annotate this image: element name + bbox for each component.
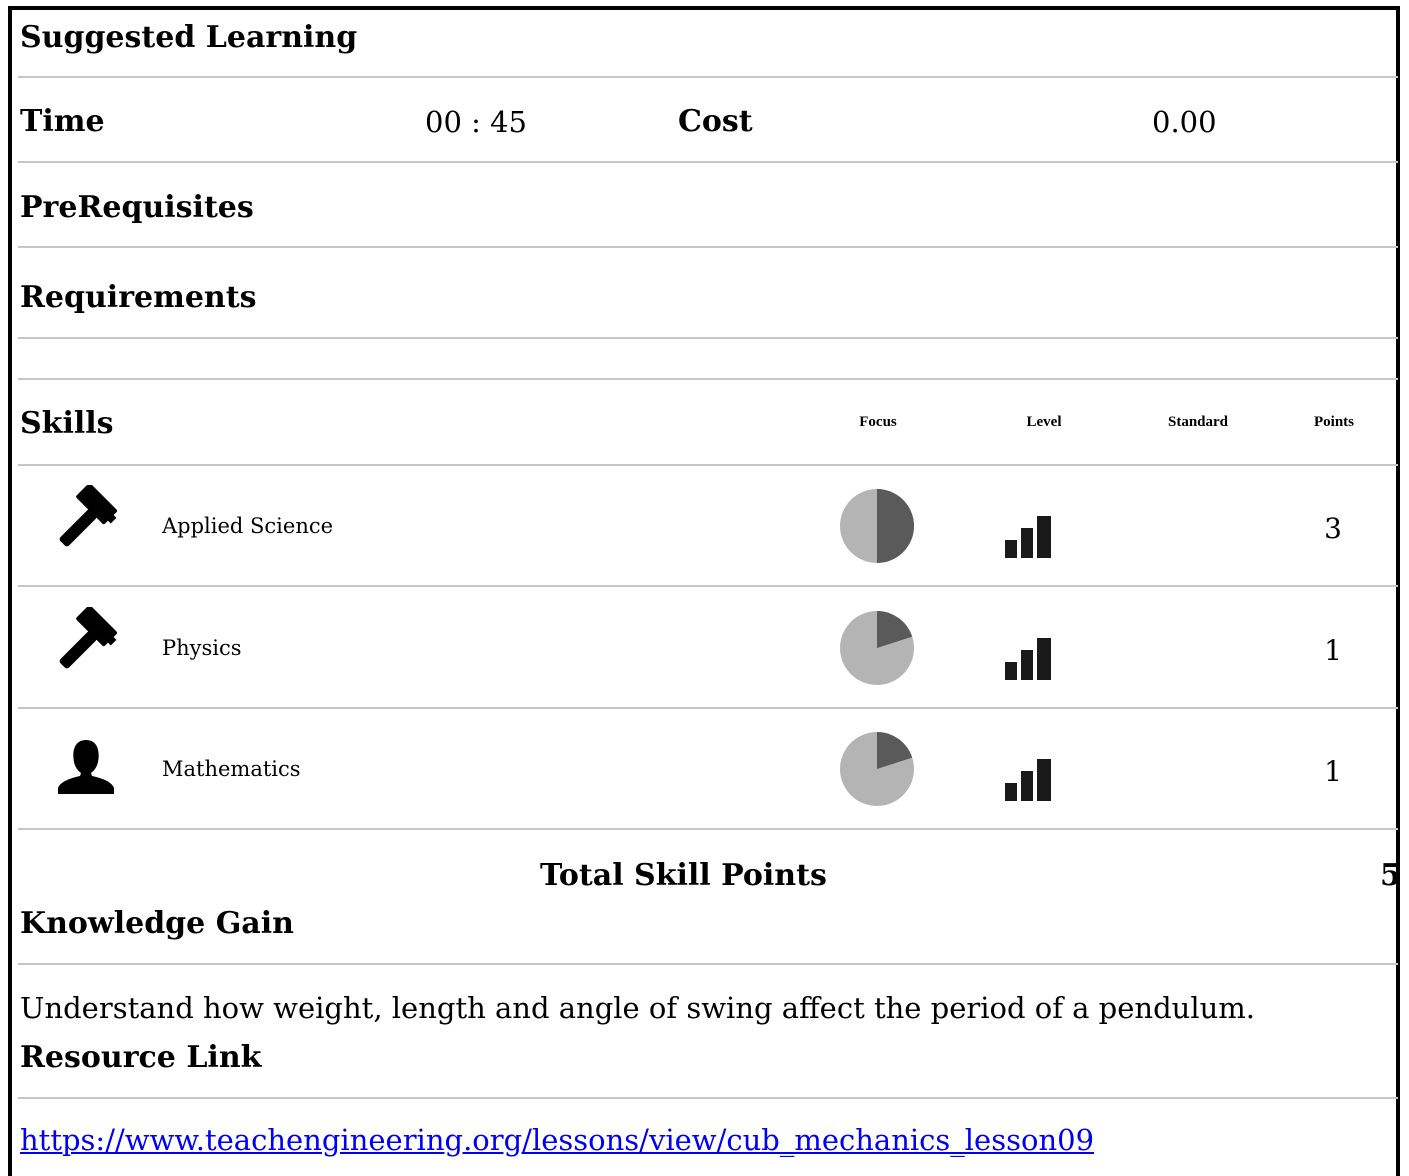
level-column-header: Level bbox=[1026, 414, 1062, 430]
divider bbox=[18, 464, 1398, 466]
focus-pie bbox=[839, 486, 915, 566]
level-bar-1 bbox=[1005, 783, 1017, 801]
level-bar-3 bbox=[1037, 759, 1051, 801]
resource-link[interactable]: https://www.teachengineering.org/lessons… bbox=[20, 1123, 1094, 1157]
focus-pie bbox=[839, 608, 915, 688]
skill-name: Applied Science bbox=[162, 514, 334, 538]
level-bars-icon bbox=[1005, 636, 1053, 688]
divider bbox=[18, 585, 1398, 587]
resource-link-label: Resource Link bbox=[20, 1040, 262, 1075]
hammer-icon bbox=[54, 607, 118, 677]
skill-name: Physics bbox=[162, 636, 242, 660]
hammer-icon bbox=[54, 485, 118, 555]
level-bar-3 bbox=[1037, 516, 1051, 558]
requirements-label: Requirements bbox=[20, 280, 257, 315]
focus-column-header: Focus bbox=[859, 414, 897, 430]
skills-label: Skills bbox=[20, 406, 114, 441]
level-bars-icon bbox=[1005, 757, 1053, 809]
divider bbox=[18, 963, 1398, 965]
level-bar-2 bbox=[1021, 771, 1033, 801]
cost-label: Cost bbox=[678, 104, 753, 139]
skill-points: 1 bbox=[1324, 755, 1342, 788]
prerequisites-label: PreRequisites bbox=[20, 190, 254, 225]
total-skill-points-label: Total Skill Points bbox=[540, 858, 827, 893]
level-bar-2 bbox=[1021, 650, 1033, 680]
skill-points: 3 bbox=[1324, 512, 1342, 545]
pie-focus-slice bbox=[877, 489, 914, 563]
section-title: Suggested Learning bbox=[20, 20, 358, 55]
divider bbox=[18, 378, 1398, 380]
level-bars-icon bbox=[1005, 514, 1053, 566]
divider bbox=[18, 828, 1398, 830]
cost-value: 0.00 bbox=[1152, 105, 1217, 139]
level-bar-2 bbox=[1021, 528, 1033, 558]
divider bbox=[18, 246, 1398, 248]
divider bbox=[18, 707, 1398, 709]
user-icon bbox=[56, 738, 116, 796]
time-label: Time bbox=[20, 104, 105, 139]
knowledge-gain-label: Knowledge Gain bbox=[20, 906, 294, 941]
time-value: 00 : 45 bbox=[425, 105, 528, 139]
divider bbox=[18, 1097, 1398, 1099]
total-skill-points-value: 5 bbox=[1380, 858, 1401, 893]
standard-column-header: Standard bbox=[1167, 414, 1229, 430]
points-column-header: Points bbox=[1313, 414, 1354, 430]
knowledge-text: Understand how weight, length and angle … bbox=[20, 991, 1255, 1025]
divider bbox=[18, 161, 1398, 163]
level-bar-1 bbox=[1005, 540, 1017, 558]
skill-points: 1 bbox=[1324, 634, 1342, 667]
focus-pie bbox=[839, 729, 915, 809]
skill-name: Mathematics bbox=[162, 757, 301, 781]
divider bbox=[18, 76, 1398, 78]
level-bar-1 bbox=[1005, 662, 1017, 680]
divider bbox=[18, 337, 1398, 339]
level-bar-3 bbox=[1037, 638, 1051, 680]
